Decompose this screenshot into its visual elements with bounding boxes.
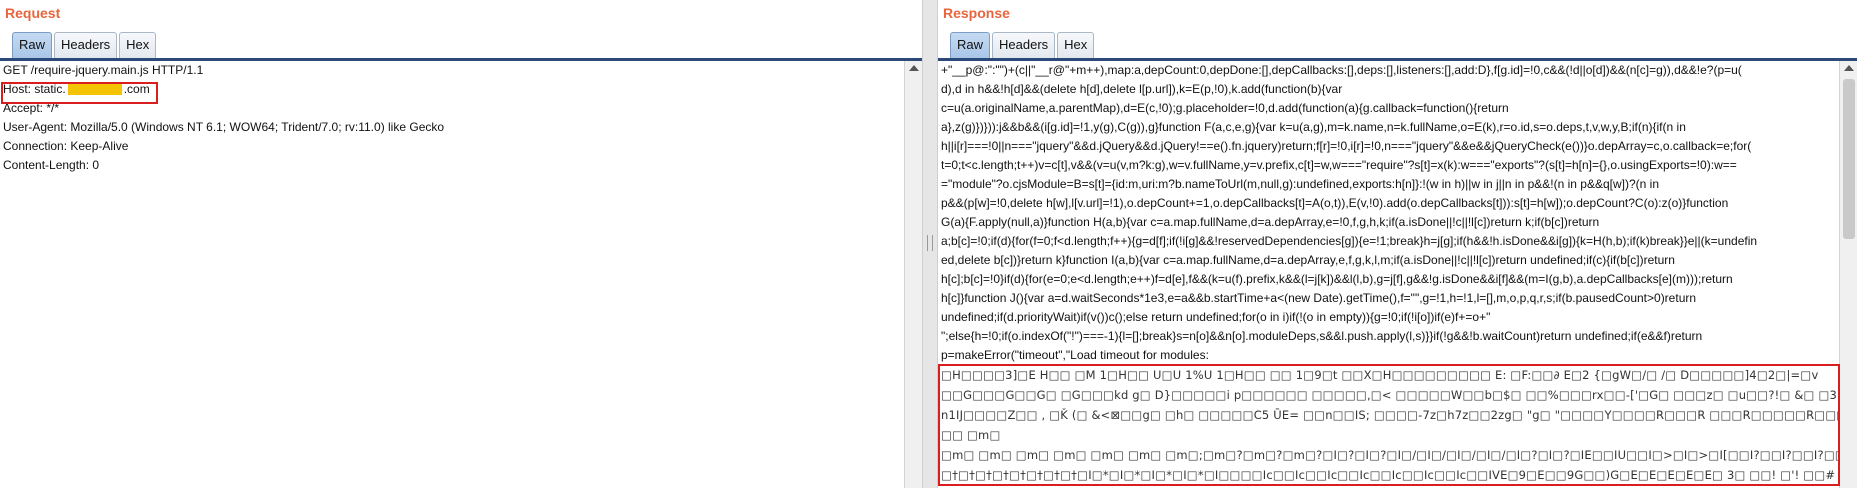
response-tab-hex[interactable]: Hex: [1057, 32, 1095, 58]
request-tab-headers[interactable]: Headers: [54, 32, 118, 58]
response-code-line: p=makeError("timeout","Load timeout for …: [941, 348, 1209, 362]
redaction-box: [67, 82, 122, 95]
response-binary-line: □m□ □m□ □m□ □m□ □m□ □m□ □m□;□m□?□m□?□m□?…: [941, 448, 1839, 462]
response-code-line: ="module"?o.cjsModule=B=s[t]={id:m,uri:m…: [941, 177, 1659, 191]
response-code-line: h[c];b[c]=!0}if(d){for(e=0;e<d.length;e+…: [941, 272, 1733, 286]
request-scrollbar[interactable]: [904, 61, 922, 488]
request-tabbar: Raw Headers Hex: [12, 32, 158, 58]
response-code-line: undefined;if(d.priorityWait)if(v())c();e…: [941, 310, 1491, 324]
splitter-grip-icon[interactable]: [927, 235, 933, 251]
response-tab-raw[interactable]: Raw: [950, 32, 991, 58]
response-code-line: h||i[r]===!0||n==="jquery"&&d.jQuery&&d.…: [941, 139, 1752, 153]
scroll-up-arrow-icon[interactable]: [1844, 65, 1854, 71]
request-line: Content-Length: 0: [3, 158, 100, 172]
request-line: GET /require-jquery.main.js HTTP/1.1: [3, 63, 204, 77]
response-code-line: p&&(p[w]=!0,delete h[w],l[v.url]=!1),o.d…: [941, 196, 1729, 210]
request-editor[interactable]: GET /require-jquery.main.js HTTP/1.1 Hos…: [0, 61, 904, 488]
response-code-line: ";else{h=!0;if(o.indexOf("!")===-1){l=[]…: [941, 329, 1703, 343]
request-line: Connection: Keep-Alive: [3, 139, 129, 153]
pane-splitter[interactable]: [922, 0, 938, 488]
response-code-line: a},z(g)})})):j&&b&&(i[g.id]=!1,y(g),C(g)…: [941, 120, 1686, 134]
response-code-line: a;b[c]=!0;if(d){for(f=0;f<d.length;f++){…: [941, 234, 1758, 248]
response-scrollbar[interactable]: [1839, 61, 1857, 488]
response-tabbar: Raw Headers Hex: [950, 32, 1096, 58]
response-code-line: c=u(a.originalName,a.parentMap),d=E(c,!0…: [941, 101, 1509, 115]
response-code-line: h[c]}function J(){var a=d.waitSeconds*1e…: [941, 291, 1697, 305]
response-pane: Response Raw Headers Hex +"__p@:":"")+(c…: [938, 0, 1857, 488]
response-code-line: d),d in h&&!h[d]&&(delete h[d],delete l[…: [941, 82, 1343, 96]
response-binary-line: n1IJ□□□□Z□□ , □Ǩ (□ &<⊠□□g□ □h□ □□□□□C5 …: [941, 408, 1839, 422]
response-code-line: ed,delete b[c])}return k}function I(a,b)…: [941, 253, 1675, 267]
request-title: Request: [5, 5, 61, 21]
response-editor[interactable]: +"__p@:":"")+(c||"__r@"+m++),map:a,depCo…: [938, 61, 1839, 488]
request-host-line: Host: static. .com: [0, 80, 904, 99]
response-title: Response: [943, 5, 1010, 21]
request-pane: Request Raw Headers Hex GET /require-jqu…: [0, 0, 922, 488]
response-code-line: G(a){F.apply(null,a)}function H(a,b){var…: [941, 215, 1600, 229]
response-binary-line: □□ □m□: [941, 428, 1001, 442]
response-binary-line: □H□□□□3]□E H□□ □M 1□H□□ U□U 1%U 1□H□□ □□…: [941, 368, 1819, 382]
response-binary-line: □†□†□†□†□†□†□†□†□I□*□I□*□I□*□I□*□I□□□□Ic…: [941, 468, 1836, 482]
request-line: Accept: */*: [3, 101, 60, 115]
host-suffix: .com: [123, 82, 150, 96]
request-tab-raw[interactable]: Raw: [12, 32, 53, 58]
request-tab-hex[interactable]: Hex: [119, 32, 157, 58]
response-code-line: t=0;t<c.length;t++)v=c[t],v&&(v=u(v,m?k:…: [941, 158, 1737, 172]
response-binary-line: □□G□□□G□□G□ □G□□□kd g□ D}□□□□□i p□□□□□□ …: [941, 388, 1839, 402]
response-tab-headers[interactable]: Headers: [992, 32, 1056, 58]
host-prefix: Host: static.: [3, 82, 66, 96]
request-line: User-Agent: Mozilla/5.0 (Windows NT 6.1;…: [3, 120, 445, 134]
response-code-line: +"__p@:":"")+(c||"__r@"+m++),map:a,depCo…: [941, 63, 1742, 77]
scrollbar-thumb[interactable]: [1843, 79, 1855, 239]
scroll-up-arrow-icon[interactable]: [909, 65, 919, 71]
